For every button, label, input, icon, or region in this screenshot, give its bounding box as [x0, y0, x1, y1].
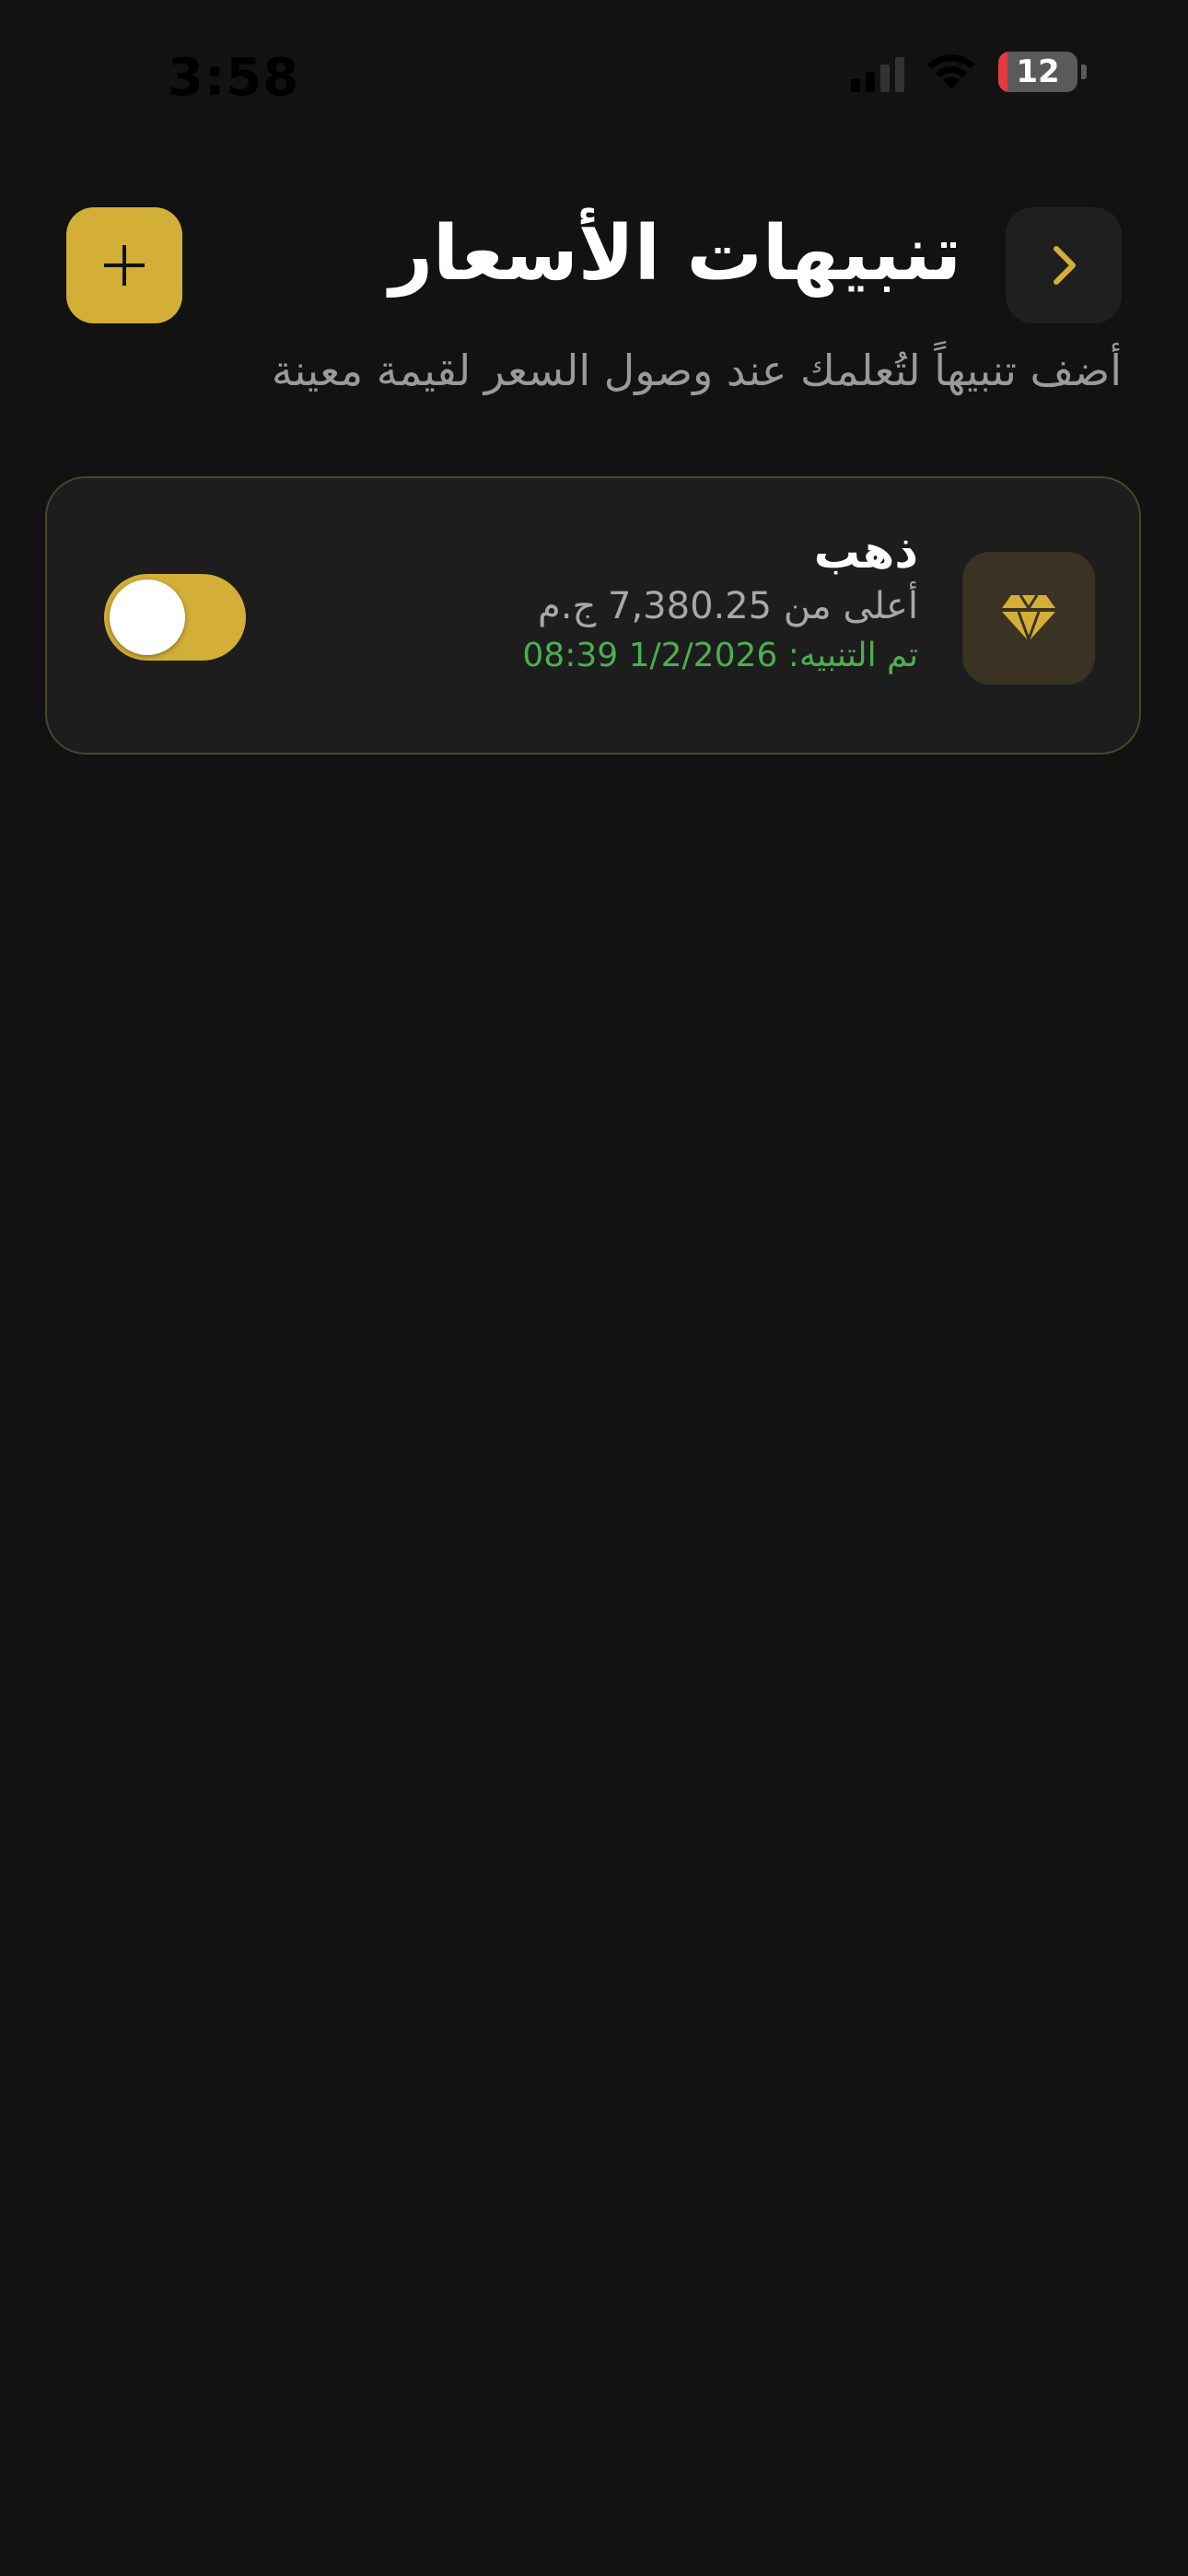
add-alert-button[interactable]: [66, 207, 182, 323]
toggle-knob: [110, 580, 185, 655]
page-subtitle: أضف تنبيهاً لتُعلمك عند وصول السعر لقيمة…: [271, 345, 1122, 395]
cellular-signal-icon: [851, 52, 904, 92]
back-button[interactable]: [1006, 207, 1122, 323]
chevron-right-icon: [1054, 246, 1076, 285]
alert-card[interactable]: ذهب أعلى من 7,380.25 ج.م تم التنبيه: 1/2…: [45, 476, 1141, 755]
plus-icon: [104, 245, 145, 286]
status-icons: 12: [851, 52, 1087, 92]
wifi-icon: [925, 53, 978, 91]
alert-condition: أعلى من 7,380.25 ج.م: [537, 585, 918, 627]
alert-details: ذهب أعلى من 7,380.25 ج.م تم التنبيه: 1/2…: [522, 524, 918, 674]
alert-asset-name: ذهب: [813, 525, 918, 579]
alert-enabled-toggle[interactable]: [104, 574, 246, 661]
diamond-icon: [1002, 594, 1055, 643]
asset-icon-container: [962, 552, 1095, 685]
battery-tip: [1081, 64, 1087, 79]
alert-triggered-time: تم التنبيه: 1/2/2026 08:39: [522, 637, 918, 674]
battery-percent: 12: [1016, 53, 1060, 90]
status-time: 3:58: [168, 48, 300, 108]
battery-icon: 12: [998, 52, 1077, 92]
page-title: تنبيهات الأسعار: [389, 210, 961, 298]
